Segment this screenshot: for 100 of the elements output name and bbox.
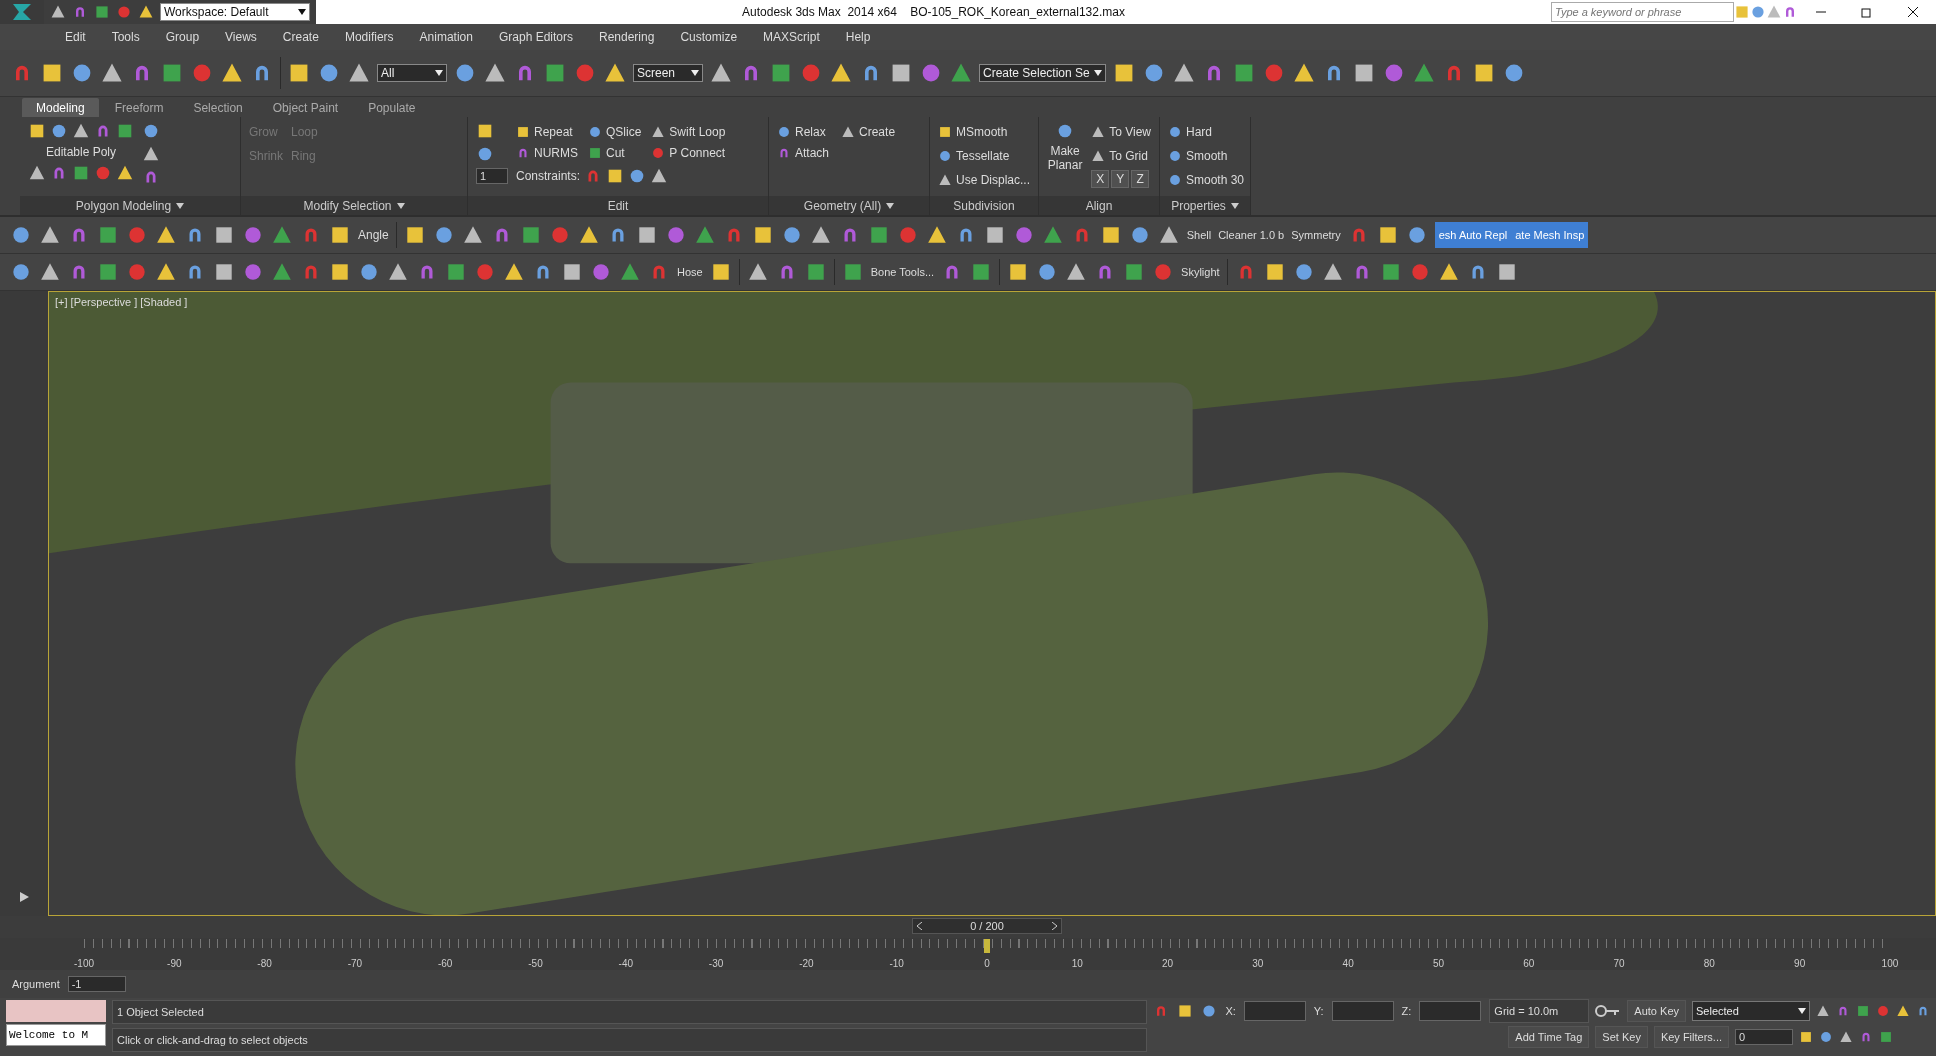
tool-icon[interactable] bbox=[1177, 1003, 1194, 1019]
tool-icon[interactable] bbox=[777, 124, 791, 139]
menu-item[interactable]: Modifiers bbox=[331, 30, 407, 44]
panel-title[interactable]: Properties bbox=[1160, 196, 1250, 215]
listener-field[interactable] bbox=[6, 1000, 106, 1022]
edit-tool-button[interactable]: P Connect bbox=[651, 143, 726, 162]
tool-icon[interactable] bbox=[116, 164, 134, 182]
tool-icon[interactable] bbox=[72, 164, 90, 182]
tool-icon[interactable] bbox=[1437, 261, 1460, 283]
time-slider[interactable]: 0 / 200 bbox=[912, 918, 1062, 934]
tool-icon[interactable] bbox=[445, 261, 467, 283]
edit-tool-button[interactable]: QSlice bbox=[588, 122, 642, 141]
axis-button[interactable]: Z bbox=[1131, 170, 1150, 188]
current-frame-field[interactable]: 0 bbox=[1735, 1029, 1793, 1045]
menu-item[interactable]: Group bbox=[152, 30, 213, 44]
tool-icon[interactable] bbox=[1168, 124, 1182, 139]
ribbon-tab[interactable]: Freeform bbox=[100, 98, 178, 117]
tool-icon[interactable] bbox=[10, 224, 32, 246]
tool-icon[interactable] bbox=[1896, 1004, 1910, 1018]
subdivision-tool-button[interactable]: Use Displac... bbox=[938, 170, 1031, 189]
tool-icon[interactable] bbox=[476, 122, 494, 140]
tool-icon[interactable] bbox=[516, 124, 530, 139]
play-icon[interactable] bbox=[17, 890, 31, 904]
tool-icon[interactable] bbox=[561, 261, 583, 283]
tool-icon[interactable] bbox=[97, 261, 119, 283]
app-logo[interactable] bbox=[0, 0, 44, 24]
argument-field[interactable]: -1 bbox=[67, 976, 126, 992]
tool-icon[interactable] bbox=[213, 224, 235, 246]
tool-icon[interactable] bbox=[693, 224, 716, 246]
tool-icon[interactable] bbox=[651, 124, 666, 139]
geometry-tool-button[interactable]: Attach bbox=[777, 143, 830, 162]
tool-icon[interactable] bbox=[97, 224, 119, 246]
axis-button[interactable]: X bbox=[1091, 170, 1110, 188]
ribbon-tab[interactable]: Modeling bbox=[22, 98, 99, 117]
tool-icon[interactable] bbox=[1041, 224, 1064, 246]
tool-icon[interactable] bbox=[213, 261, 235, 283]
tool-icon[interactable] bbox=[28, 122, 46, 140]
menu-item[interactable]: Views bbox=[212, 30, 270, 44]
tool-icon[interactable] bbox=[28, 164, 46, 182]
tool-icon[interactable] bbox=[155, 224, 177, 246]
search-field[interactable]: Type a keyword or phrase bbox=[1551, 2, 1734, 22]
tool-icon[interactable] bbox=[142, 145, 160, 163]
tool-icon[interactable] bbox=[938, 124, 952, 139]
tool-icon[interactable] bbox=[1321, 261, 1344, 283]
coordinate-field[interactable] bbox=[1243, 1001, 1306, 1021]
tool-icon[interactable] bbox=[461, 224, 484, 246]
panel-title[interactable]: Modify Selection bbox=[241, 196, 467, 215]
ribbon-tab[interactable]: Object Paint bbox=[258, 98, 353, 117]
tool-icon[interactable] bbox=[588, 124, 602, 139]
key-mode-dropdown[interactable]: Selected bbox=[1692, 1001, 1810, 1021]
tool-icon[interactable] bbox=[1856, 1004, 1870, 1018]
edit-tool-button[interactable]: NURMS bbox=[516, 143, 578, 162]
menu-item[interactable]: Graph Editors bbox=[485, 30, 586, 44]
coordinate-field[interactable] bbox=[1331, 1001, 1394, 1021]
menu-item[interactable]: Create bbox=[269, 30, 332, 44]
align-button[interactable]: To View bbox=[1091, 122, 1151, 141]
listener-text[interactable]: Welcome to M bbox=[6, 1024, 106, 1046]
align-button[interactable]: To Grid bbox=[1091, 146, 1148, 165]
tool-icon[interactable] bbox=[50, 122, 68, 140]
tool-icon[interactable] bbox=[1799, 1030, 1813, 1044]
tool-icon[interactable] bbox=[938, 172, 952, 187]
tool-icon[interactable] bbox=[841, 124, 856, 139]
menu-item[interactable]: MAXScript bbox=[750, 30, 833, 44]
auto-key-button[interactable]: Auto Key bbox=[1627, 1000, 1686, 1022]
next-frame-icon[interactable] bbox=[1051, 922, 1057, 930]
menu-item[interactable]: Tools bbox=[98, 30, 153, 44]
add-time-tag-button[interactable]: Add Time Tag bbox=[1508, 1026, 1590, 1048]
tool-icon[interactable] bbox=[1065, 261, 1088, 283]
reference-coordinate-dropdown[interactable]: Screen bbox=[633, 64, 703, 82]
subdivision-tool-button[interactable]: Tessellate bbox=[938, 146, 1010, 165]
tool-icon[interactable] bbox=[142, 122, 160, 140]
tool-icon[interactable] bbox=[1091, 148, 1106, 163]
tool-icon[interactable] bbox=[476, 145, 494, 163]
tool-icon[interactable] bbox=[809, 224, 832, 246]
tool-icon[interactable] bbox=[39, 261, 61, 283]
edit-tool-button[interactable]: Swift Loop bbox=[651, 122, 726, 141]
tool-icon[interactable] bbox=[50, 4, 66, 20]
menu-item[interactable]: Help bbox=[832, 30, 884, 44]
tool-icon[interactable] bbox=[1168, 148, 1182, 163]
spinner-field[interactable]: 1 bbox=[476, 168, 508, 184]
menu-item[interactable]: Rendering bbox=[586, 30, 668, 44]
panel-title[interactable]: Geometry (All) bbox=[769, 196, 929, 215]
tool-icon[interactable] bbox=[925, 224, 948, 246]
tool-icon[interactable] bbox=[588, 145, 602, 160]
menu-item[interactable]: Animation bbox=[406, 30, 486, 44]
tool-icon[interactable] bbox=[329, 261, 351, 283]
panel-title[interactable]: Polygon Modeling bbox=[20, 196, 240, 215]
tool-icon[interactable] bbox=[94, 4, 110, 20]
tool-icon[interactable] bbox=[10, 261, 32, 283]
tool-icon[interactable] bbox=[387, 261, 409, 283]
menu-item[interactable]: Customize bbox=[667, 30, 751, 44]
tool-icon[interactable] bbox=[938, 148, 952, 163]
tool-icon[interactable] bbox=[1168, 172, 1182, 187]
tool-icon[interactable] bbox=[746, 261, 769, 283]
smoothing-button[interactable]: Smooth bbox=[1168, 146, 1228, 165]
tool-icon[interactable] bbox=[1839, 1030, 1853, 1044]
tool-icon[interactable] bbox=[619, 261, 641, 283]
edit-tool-button[interactable]: Cut bbox=[588, 143, 642, 162]
tool-icon[interactable] bbox=[1879, 1030, 1893, 1044]
tool-icon[interactable] bbox=[72, 122, 90, 140]
